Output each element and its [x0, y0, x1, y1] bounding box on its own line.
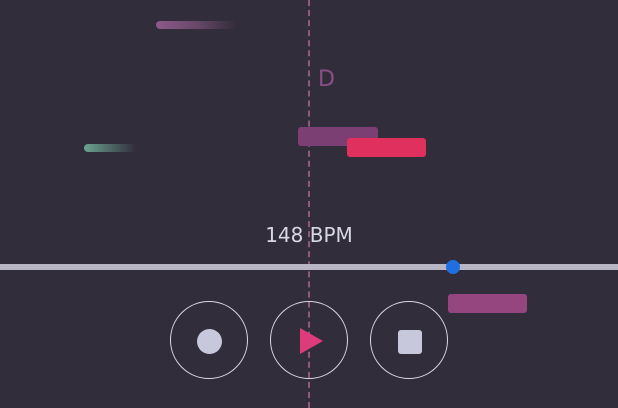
- tempo-slider-track[interactable]: [0, 264, 618, 270]
- falling-note-streak: [84, 144, 136, 152]
- play-icon: [300, 328, 323, 354]
- falling-note-streak: [156, 21, 236, 29]
- note-block-active: [347, 138, 426, 157]
- stop-icon: [398, 330, 422, 354]
- play-button[interactable]: [270, 301, 348, 379]
- bpm-label: 148 BPM: [265, 223, 353, 247]
- note-block: [448, 294, 527, 313]
- record-button[interactable]: [170, 301, 248, 379]
- note-name-label: D: [318, 67, 335, 92]
- piano-roll-stage: D 148 BPM: [0, 0, 618, 408]
- tempo-slider-thumb[interactable]: [446, 260, 460, 274]
- record-icon: [197, 329, 222, 354]
- bpm-display: 148 BPM: [0, 222, 618, 248]
- stop-button[interactable]: [370, 301, 448, 379]
